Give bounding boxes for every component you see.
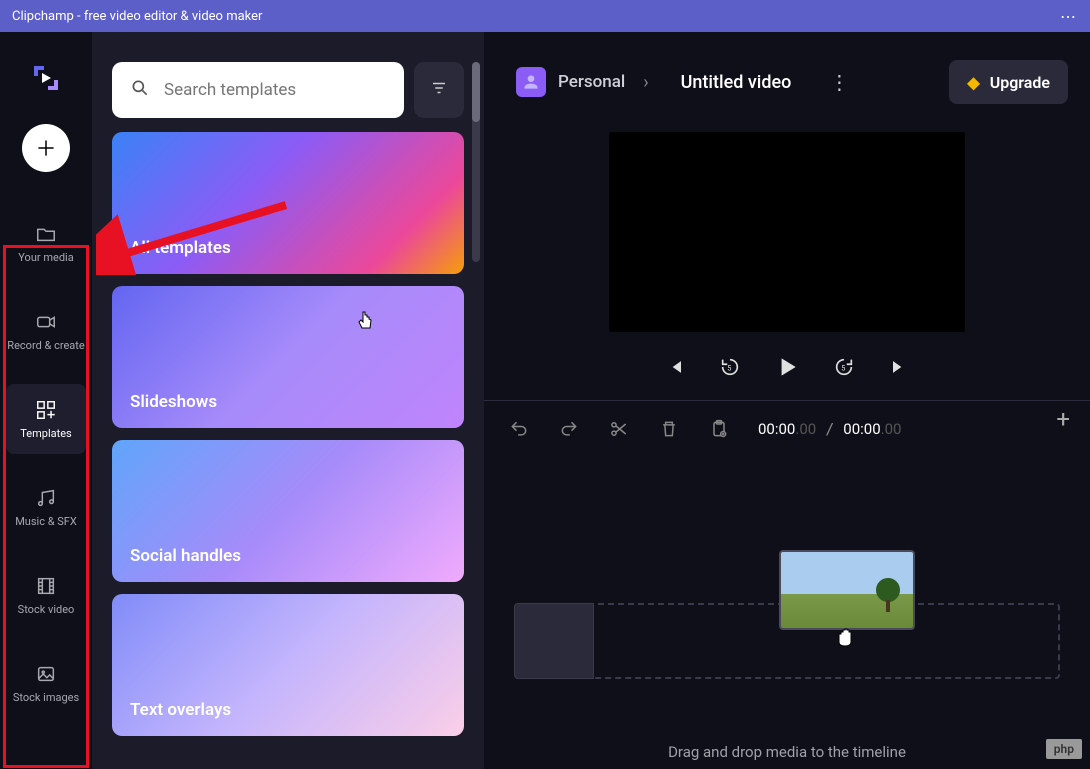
template-card-label: All templates — [130, 238, 231, 258]
panel-scrollbar[interactable] — [472, 62, 480, 262]
media-clip-thumbnail[interactable] — [779, 550, 915, 630]
sidebar-item-label: Record & create — [7, 339, 84, 352]
timeline-toolbar: 00:00.00 / 00:00.00 + — [484, 400, 1090, 456]
preview-area: 5 5 — [484, 132, 1090, 382]
music-icon — [35, 487, 57, 509]
sidebar-item-record-create[interactable]: Record & create — [6, 296, 86, 366]
upgrade-button[interactable]: ◆ Upgrade — [949, 60, 1068, 104]
filter-button[interactable] — [414, 62, 464, 118]
video-preview[interactable] — [609, 132, 965, 332]
filter-icon — [430, 79, 448, 101]
split-button[interactable] — [608, 418, 630, 440]
app-body: Your media Record & create Templates Mus… — [0, 32, 1090, 769]
redo-button[interactable] — [558, 418, 580, 440]
skip-start-button[interactable] — [664, 355, 688, 379]
play-button[interactable] — [772, 352, 802, 382]
sidebar-item-label: Templates — [20, 427, 71, 440]
rewind-5-button[interactable]: 5 — [718, 355, 742, 379]
search-icon — [130, 78, 150, 103]
template-card-label: Slideshows — [130, 392, 217, 412]
svg-text:5: 5 — [841, 364, 845, 373]
timecode: 00:00.00 / 00:00.00 — [758, 420, 901, 438]
sidebar-item-label: Stock images — [13, 691, 79, 704]
templates-panel: All templates Slideshows Social handles … — [92, 32, 484, 769]
sidebar-item-templates[interactable]: Templates — [6, 384, 86, 454]
window-title: Clipchamp - free video editor & video ma… — [12, 9, 262, 24]
template-card-all[interactable]: All templates — [112, 132, 464, 274]
template-list[interactable]: All templates Slideshows Social handles … — [92, 132, 484, 769]
image-icon — [35, 663, 57, 685]
title-bar: Clipchamp - free video editor & video ma… — [0, 0, 1090, 32]
sidebar: Your media Record & create Templates Mus… — [0, 32, 92, 769]
template-card-label: Social handles — [130, 546, 241, 566]
timeline-hint: Drag and drop media to the timeline — [484, 743, 1090, 761]
upgrade-label: Upgrade — [990, 73, 1050, 92]
template-card-slideshows[interactable]: Slideshows — [112, 286, 464, 428]
svg-text:5: 5 — [727, 364, 731, 373]
template-card-text-overlays[interactable]: Text overlays — [112, 594, 464, 736]
search-input[interactable] — [164, 80, 386, 100]
sidebar-item-label: Music & SFX — [15, 515, 77, 528]
main-area: Personal › Untitled video ⋮ ◆ Upgrade 5 … — [484, 32, 1090, 769]
folder-icon — [35, 223, 57, 245]
workspace-avatar[interactable] — [516, 67, 546, 97]
delete-button[interactable] — [658, 418, 680, 440]
chevron-right-icon: › — [643, 72, 648, 93]
template-card-label: Text overlays — [130, 700, 231, 720]
sidebar-item-stock-video[interactable]: Stock video — [6, 560, 86, 630]
sidebar-item-label: Your media — [18, 251, 73, 264]
title-menu-icon[interactable]: ⋯ — [1060, 7, 1078, 26]
diamond-icon: ◆ — [967, 73, 979, 92]
clipboard-button[interactable] — [708, 418, 730, 440]
workspace-name[interactable]: Personal — [558, 72, 625, 92]
search-box[interactable] — [112, 62, 404, 118]
sidebar-item-stock-images[interactable]: Stock images — [6, 648, 86, 718]
player-controls: 5 5 — [664, 352, 910, 382]
project-menu-button[interactable]: ⋮ — [821, 64, 857, 100]
top-bar: Personal › Untitled video ⋮ ◆ Upgrade — [484, 32, 1090, 132]
app-logo[interactable] — [28, 60, 64, 96]
forward-5-button[interactable]: 5 — [832, 355, 856, 379]
add-media-button[interactable]: + — [1056, 405, 1070, 433]
add-button[interactable] — [22, 124, 70, 172]
skip-end-button[interactable] — [886, 355, 910, 379]
timeline-area[interactable]: Drag and drop media to the timeline — [484, 456, 1090, 769]
watermark: php — [1046, 739, 1082, 759]
sidebar-item-label: Stock video — [18, 603, 75, 616]
project-title[interactable]: Untitled video — [667, 62, 806, 103]
timeline-track-head[interactable] — [514, 603, 594, 679]
templates-icon — [35, 399, 57, 421]
film-icon — [35, 575, 57, 597]
sidebar-item-music-sfx[interactable]: Music & SFX — [6, 472, 86, 542]
template-card-social-handles[interactable]: Social handles — [112, 440, 464, 582]
camera-icon — [35, 311, 57, 333]
undo-button[interactable] — [508, 418, 530, 440]
sidebar-item-your-media[interactable]: Your media — [6, 208, 86, 278]
